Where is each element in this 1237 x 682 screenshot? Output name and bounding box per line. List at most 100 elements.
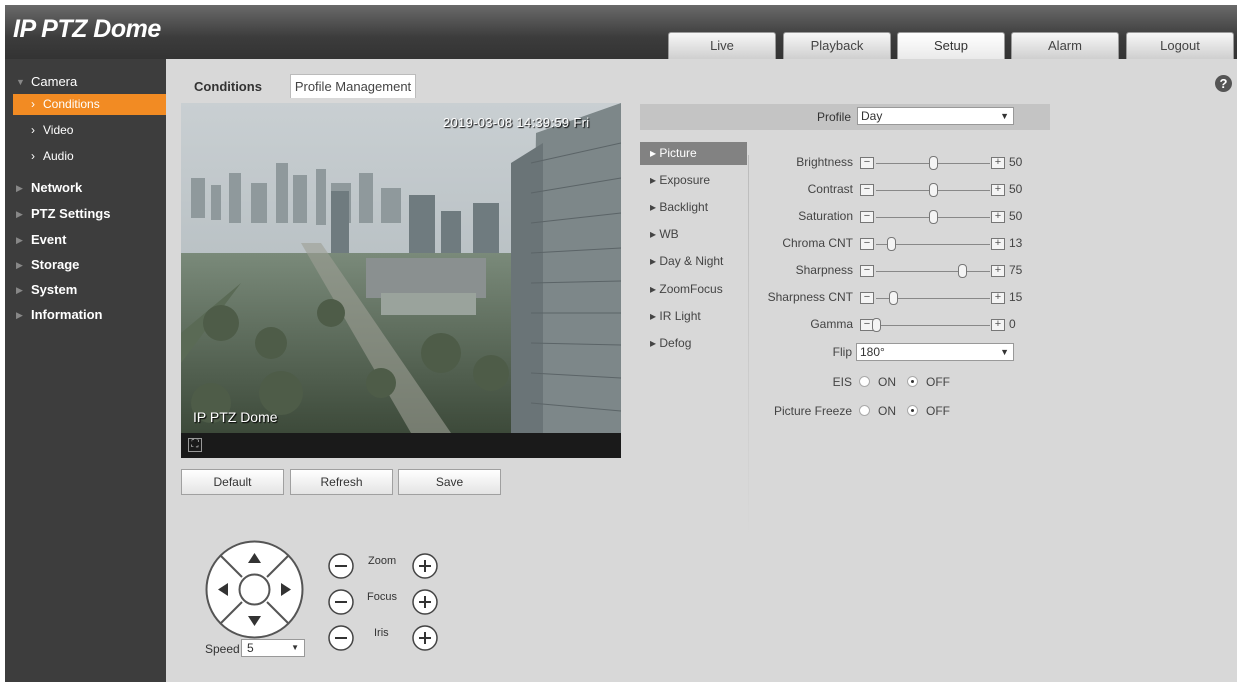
sharpness-cnt-value: 15 <box>1009 290 1023 304</box>
submenu-label: Exposure <box>659 173 711 187</box>
nav-tab-setup[interactable]: Setup <box>897 32 1005 59</box>
sharpness-cnt-decrease-button[interactable]: − <box>860 292 874 304</box>
brightness-slider-knob[interactable] <box>929 156 938 170</box>
chroma-cnt-slider-knob[interactable] <box>886 237 896 251</box>
eis-label: EIS <box>832 375 852 389</box>
zoom-out-icon[interactable] <box>327 552 355 580</box>
sharpness-slider-track[interactable] <box>876 271 990 272</box>
sidebar-item-video[interactable]: › Video <box>13 120 166 141</box>
brightness-increase-button[interactable]: + <box>991 157 1005 169</box>
sidebar-item-label: Information <box>31 307 103 322</box>
gamma-slider-knob[interactable] <box>872 318 881 332</box>
sidebar-item-event[interactable]: ▶ Event <box>5 228 166 252</box>
app-title: IP PTZ Dome <box>13 15 161 43</box>
speed-label: Speed <box>205 642 240 656</box>
sidebar-item-label: PTZ Settings <box>31 206 111 221</box>
sidebar-item-system[interactable]: ▶ System <box>5 278 166 302</box>
sidebar-item-label: Camera <box>31 74 78 89</box>
header-bar: IP PTZ Dome Live Playback Setup Alarm Lo… <box>5 5 1237 59</box>
video-toolbar: ⛶ <box>181 433 621 458</box>
gamma-slider-track[interactable] <box>876 325 990 326</box>
chevron-right-icon: › <box>31 123 35 137</box>
caret-right-icon: ▸ <box>650 173 660 187</box>
brightness-decrease-button[interactable]: − <box>860 157 874 169</box>
brightness-label: Brightness <box>796 155 853 169</box>
eis-on-label: ON <box>878 375 896 389</box>
sharpness-cnt-slider-knob[interactable] <box>889 291 899 305</box>
submenu-label: Defog <box>659 336 692 350</box>
speed-value: 5 <box>247 641 254 655</box>
sidebar-item-audio[interactable]: › Audio <box>13 146 166 167</box>
contrast-decrease-button[interactable]: − <box>860 184 874 196</box>
sidebar-item-storage[interactable]: ▶ Storage <box>5 253 166 277</box>
iris-close-icon[interactable] <box>327 624 355 652</box>
fullscreen-icon[interactable]: ⛶ <box>188 438 202 452</box>
sharpness-slider-knob[interactable] <box>957 264 967 278</box>
focus-in-icon[interactable] <box>411 588 439 616</box>
submenu-wb[interactable]: ▸ WB <box>640 223 747 246</box>
gamma-value: 0 <box>1009 317 1016 331</box>
gamma-increase-button[interactable]: + <box>991 319 1005 331</box>
ptz-direction-pad[interactable] <box>204 539 305 640</box>
submenu-day-night[interactable]: ▸ Day & Night <box>640 250 747 273</box>
nav-tab-alarm[interactable]: Alarm <box>1011 32 1119 59</box>
submenu-exposure[interactable]: ▸ Exposure <box>640 169 747 192</box>
eis-on-radio[interactable] <box>859 376 870 387</box>
caret-right-icon: ▸ <box>650 200 660 214</box>
profile-bar: Profile Day ▼ <box>640 104 1050 130</box>
focus-out-icon[interactable] <box>327 588 355 616</box>
saturation-increase-button[interactable]: + <box>991 211 1005 223</box>
zoom-in-icon[interactable] <box>411 552 439 580</box>
submenu-backlight[interactable]: ▸ Backlight <box>640 196 747 219</box>
chroma-cnt-decrease-button[interactable]: − <box>860 238 874 250</box>
tab-profile-management[interactable]: Profile Management <box>290 74 416 98</box>
eis-off-label: OFF <box>926 375 950 389</box>
speed-select[interactable]: 5 ▼ <box>241 639 305 657</box>
help-icon[interactable]: ? <box>1215 75 1232 92</box>
chroma-cnt-increase-button[interactable]: + <box>991 238 1005 250</box>
profile-select[interactable]: Day ▼ <box>857 107 1014 125</box>
zoom-label: Zoom <box>368 555 397 567</box>
picture-freeze-off-radio[interactable] <box>907 405 918 416</box>
sidebar-item-information[interactable]: ▶ Information <box>5 303 166 327</box>
submenu-defog[interactable]: ▸ Defog <box>640 332 747 355</box>
picture-freeze-on-radio[interactable] <box>859 405 870 416</box>
contrast-increase-button[interactable]: + <box>991 184 1005 196</box>
chevron-right-icon: › <box>31 149 35 163</box>
caret-right-icon: ▶ <box>16 310 23 320</box>
submenu-picture[interactable]: ▸ Picture <box>640 142 747 165</box>
picture-freeze-on-label: ON <box>878 404 896 418</box>
nav-tab-playback[interactable]: Playback <box>783 32 891 59</box>
nav-tab-live[interactable]: Live <box>668 32 776 59</box>
sidebar-item-camera[interactable]: ▼ Camera <box>5 70 166 94</box>
caret-right-icon: ▶ <box>16 235 23 245</box>
sharpness-increase-button[interactable]: + <box>991 265 1005 277</box>
conditions-submenu: ▸ Picture ▸ Exposure ▸ Backlight ▸ WB ▸ … <box>640 141 750 541</box>
save-button[interactable]: Save <box>398 469 501 495</box>
iris-label: Iris <box>374 627 389 639</box>
sidebar-item-ptz-settings[interactable]: ▶ PTZ Settings <box>5 202 166 226</box>
submenu-zoomfocus[interactable]: ▸ ZoomFocus <box>640 278 747 301</box>
flip-select[interactable]: 180° ▼ <box>856 343 1014 361</box>
sharpness-decrease-button[interactable]: − <box>860 265 874 277</box>
saturation-value: 50 <box>1009 209 1023 223</box>
tab-conditions[interactable]: Conditions <box>171 74 285 98</box>
saturation-decrease-button[interactable]: − <box>860 211 874 223</box>
eis-off-radio[interactable] <box>907 376 918 387</box>
submenu-ir-light[interactable]: ▸ IR Light <box>640 305 747 328</box>
osd-timestamp: 2019-03-08 14:39:59 Fri <box>443 115 590 130</box>
sharpness-cnt-increase-button[interactable]: + <box>991 292 1005 304</box>
sidebar-item-network[interactable]: ▶ Network <box>5 176 166 200</box>
brightness-value: 50 <box>1009 155 1023 169</box>
iris-open-icon[interactable] <box>411 624 439 652</box>
default-button[interactable]: Default <box>181 469 284 495</box>
caret-down-icon: ▼ <box>16 77 25 87</box>
nav-tab-logout[interactable]: Logout <box>1126 32 1234 59</box>
saturation-slider-knob[interactable] <box>929 210 938 224</box>
refresh-button[interactable]: Refresh <box>290 469 393 495</box>
sharpness-label: Sharpness <box>795 263 853 277</box>
sidebar-item-conditions[interactable]: › Conditions <box>13 94 166 115</box>
caret-right-icon: ▶ <box>16 260 23 270</box>
contrast-slider-knob[interactable] <box>929 183 938 197</box>
dropdown-arrow-icon: ▼ <box>1000 347 1009 357</box>
